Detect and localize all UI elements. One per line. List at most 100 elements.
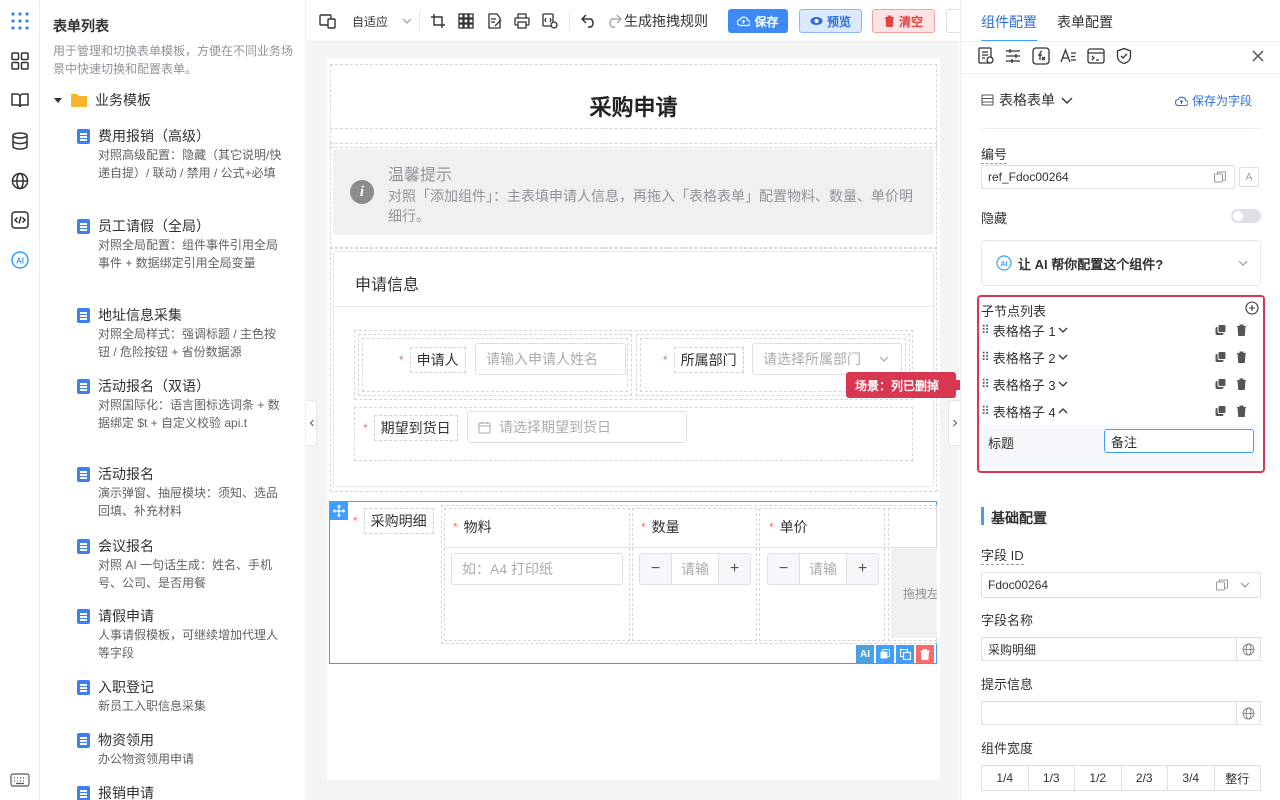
add-child-icon[interactable]	[1245, 301, 1259, 315]
price-decrease-button[interactable]: −	[768, 554, 800, 584]
drag-handle-icon[interactable]: ⠿	[981, 404, 990, 418]
apps-grid-icon[interactable]	[9, 10, 31, 32]
width-option[interactable]: 1/3	[1029, 766, 1075, 790]
close-icon[interactable]	[1249, 47, 1267, 65]
group-business-templates[interactable]: 业务模板	[53, 90, 151, 110]
template-item[interactable]: 报销申请	[77, 783, 287, 800]
edit-icon[interactable]	[305, 218, 306, 234]
template-item[interactable]: 员工请假（全局） 对照全局配置：组件事件引用全局事件 + 数据绑定引用全局变量	[77, 216, 287, 272]
move-handle-icon[interactable]	[330, 502, 348, 520]
price-stepper[interactable]: − 请输 +	[767, 553, 879, 585]
template-item[interactable]: 地址信息采集 对照全局样式：强调标题 / 主色按钮 / 危险按钮 + 省份数据源	[77, 305, 287, 361]
duplicate-icon[interactable]	[896, 645, 914, 663]
trash-icon[interactable]	[1236, 405, 1247, 417]
tab-component-config[interactable]: 组件配置	[981, 12, 1037, 32]
globe-icon[interactable]	[9, 170, 31, 192]
trash-icon[interactable]	[1236, 378, 1247, 390]
template-item[interactable]: 物资领用 办公物资领用申请	[77, 730, 287, 768]
hidden-toggle[interactable]	[1231, 209, 1261, 223]
delete-icon[interactable]	[916, 645, 934, 663]
width-option[interactable]: 整行	[1215, 766, 1261, 790]
components-icon[interactable]	[9, 50, 31, 72]
edit-icon[interactable]	[305, 785, 306, 800]
qty-stepper[interactable]: − 请输 +	[639, 553, 751, 585]
price-increase-button[interactable]: +	[846, 554, 878, 584]
shield-icon[interactable]	[1115, 47, 1133, 65]
trash-icon[interactable]	[1236, 351, 1247, 363]
globe-icon[interactable]	[1236, 637, 1261, 661]
field-name-input[interactable]: 采购明细	[981, 637, 1237, 661]
chevron-down-icon[interactable]	[1058, 326, 1068, 334]
chevron-up-icon[interactable]	[1058, 407, 1068, 415]
more-button[interactable]	[946, 9, 959, 33]
clear-button[interactable]: 清空	[872, 9, 935, 33]
component-type-select[interactable]: 表格表单	[981, 90, 1073, 110]
keyboard-icon[interactable]	[9, 769, 31, 791]
price-input[interactable]: 请输	[800, 554, 846, 584]
number-input[interactable]: ref_Fdoc00264	[981, 165, 1235, 189]
code-window-icon[interactable]	[1087, 47, 1105, 65]
copy-icon[interactable]	[1215, 351, 1227, 363]
qty-input[interactable]: 请输	[672, 554, 718, 584]
database-icon[interactable]	[9, 130, 31, 152]
template-item[interactable]: 请假申请 人事请假模板，可继续增加代理人等字段	[77, 606, 287, 662]
field-id-input[interactable]: Fdoc00264	[981, 572, 1261, 598]
template-item[interactable]: 会议报名 对照 AI 一句话生成：姓名、手机号、公司、是否用餐	[77, 536, 287, 592]
code-icon[interactable]	[9, 209, 31, 231]
ai-assist-collapse[interactable]: AI 让 AI 帮你配置这个组件?	[981, 240, 1261, 286]
material-input[interactable]: 如：A4 打印纸	[451, 553, 623, 585]
drag-handle-icon[interactable]: ⠿	[981, 377, 990, 391]
edit-icon[interactable]	[305, 538, 306, 554]
preview-button[interactable]: 预览	[799, 9, 862, 33]
drag-handle-icon[interactable]: ⠿	[981, 350, 990, 364]
i18n-icon[interactable]: A	[1239, 167, 1259, 187]
template-item[interactable]: 入职登记 新员工入职信息采集	[77, 677, 287, 715]
width-option[interactable]: 2/3	[1122, 766, 1168, 790]
form-doc-icon[interactable]	[977, 47, 995, 65]
child-title-input[interactable]: 备注	[1104, 429, 1254, 453]
hint-input[interactable]	[981, 701, 1237, 725]
copy-icon[interactable]	[1215, 405, 1227, 417]
date-picker[interactable]: 请选择期望到货日	[467, 411, 687, 443]
save-as-field-link[interactable]: 保存为字段	[1175, 92, 1252, 109]
width-option[interactable]: 1/4	[982, 766, 1029, 790]
undo-icon[interactable]	[581, 11, 598, 31]
collapse-right-handle[interactable]	[948, 400, 960, 446]
template-item[interactable]: 费用报销（高级） 对照高级配置：隐藏（其它说明/快递自提）/ 联动 / 禁用 / …	[77, 126, 287, 182]
device-icon[interactable]	[319, 11, 337, 31]
sliders-icon[interactable]	[1004, 47, 1022, 65]
copy-icon[interactable]	[1216, 579, 1228, 591]
function-icon[interactable]	[1032, 47, 1050, 65]
child-node-row[interactable]: ⠿ 表格格子 2	[981, 347, 1253, 367]
applicant-input[interactable]: 请输入申请人姓名	[475, 343, 626, 375]
crop-icon[interactable]	[430, 11, 446, 31]
copy-icon[interactable]	[1215, 378, 1227, 390]
trash-icon[interactable]	[1236, 324, 1247, 336]
edit-icon[interactable]	[305, 679, 306, 695]
grid-icon[interactable]	[458, 11, 474, 31]
qty-decrease-button[interactable]: −	[640, 554, 672, 584]
dept-select[interactable]: 请选择所属部门	[752, 343, 902, 375]
child-node-row[interactable]: ⠿ 表格格子 1	[981, 320, 1253, 340]
collapse-left-handle[interactable]	[307, 400, 317, 446]
drag-drop-zone[interactable]: 拖拽左	[891, 548, 937, 638]
ai-icon[interactable]: AI	[9, 249, 31, 271]
adapt-select[interactable]: 自适应	[352, 11, 412, 31]
copy-icon[interactable]	[1215, 324, 1227, 336]
generate-drag-rules[interactable]: 生成拖拽规则	[624, 11, 708, 31]
width-option[interactable]: 3/4	[1168, 766, 1215, 790]
chevron-down-icon[interactable]	[1058, 380, 1068, 388]
child-node-row[interactable]: ⠿ 表格格子 3	[981, 374, 1253, 394]
text-style-icon[interactable]	[1059, 47, 1077, 65]
book-icon[interactable]	[9, 89, 31, 111]
edit-icon[interactable]	[305, 608, 306, 624]
edit-icon[interactable]	[305, 732, 306, 748]
edit-icon[interactable]	[305, 466, 306, 482]
edit-icon[interactable]	[305, 307, 306, 323]
template-item[interactable]: 活动报名（双语） 对照国际化：语言图标选词条 + 数据绑定 $t + 自定义校验 …	[77, 376, 287, 432]
save-button[interactable]: 保存	[728, 9, 788, 33]
ai-action-icon[interactable]: AI	[856, 645, 874, 663]
globe-icon[interactable]	[1236, 701, 1261, 725]
json-icon[interactable]	[542, 11, 558, 31]
redo-icon[interactable]	[605, 11, 622, 31]
